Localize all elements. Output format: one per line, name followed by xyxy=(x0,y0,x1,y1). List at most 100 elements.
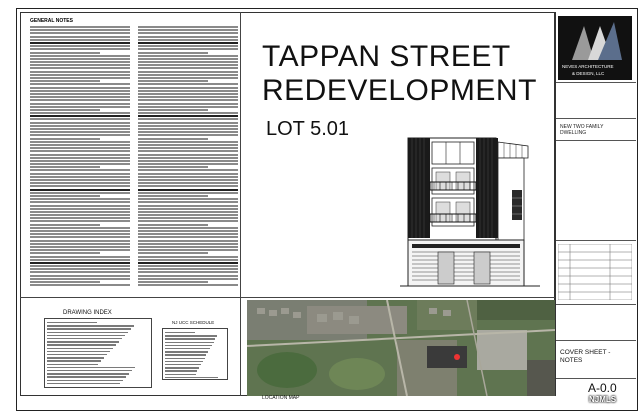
notes-text-line xyxy=(30,210,130,213)
notes-text-line xyxy=(30,163,130,166)
notes-text-line xyxy=(30,182,130,185)
title-block: NEVES ARCHITECTURE & DESIGN, LLC NEW TWO… xyxy=(555,12,636,396)
notes-text-line xyxy=(30,134,130,137)
notes-text-line xyxy=(138,38,238,41)
table-row xyxy=(47,370,132,372)
table-row xyxy=(47,322,97,324)
tb-separator xyxy=(556,240,636,241)
table-row xyxy=(47,347,113,349)
table-row xyxy=(47,338,122,340)
table-row xyxy=(47,344,116,346)
notes-text-line xyxy=(138,258,238,261)
notes-text-line xyxy=(138,277,238,280)
notes-text-line xyxy=(30,67,130,70)
location-map-label: LOCATION MAP xyxy=(262,395,300,401)
aerial-photo xyxy=(247,300,555,396)
notes-text-line xyxy=(30,239,130,242)
notes-text-line xyxy=(138,108,208,111)
notes-text-line xyxy=(138,61,238,64)
notes-text-line xyxy=(138,112,238,115)
notes-text-line xyxy=(30,121,130,124)
table-row xyxy=(47,331,128,333)
notes-text-line xyxy=(138,214,238,217)
notes-text-line xyxy=(138,121,238,124)
sheet-title: COVER SHEET - NOTES xyxy=(560,349,611,364)
notes-text-line xyxy=(30,188,130,191)
notes-text-line xyxy=(138,51,208,54)
notes-text-line xyxy=(138,54,238,57)
notes-text-line xyxy=(138,236,238,239)
notes-text-line xyxy=(30,194,100,197)
notes-text-line xyxy=(30,261,130,264)
notes-text-line xyxy=(138,281,208,283)
notes-text-line xyxy=(30,115,130,118)
notes-text-line xyxy=(138,198,238,201)
notes-text-line xyxy=(30,96,130,99)
notes-text-line xyxy=(138,26,238,28)
tb-separator xyxy=(556,340,636,341)
revision-table xyxy=(558,244,632,300)
notes-text-line xyxy=(138,150,238,153)
notes-text-line xyxy=(30,271,130,274)
notes-text-line xyxy=(138,265,238,268)
notes-text-line xyxy=(30,201,130,204)
notes-text-line xyxy=(138,223,208,226)
table-row xyxy=(47,334,125,337)
notes-text-line xyxy=(138,80,208,83)
table-row xyxy=(47,379,123,381)
sheet-number: A-0.0 xyxy=(588,381,617,395)
notes-text-line xyxy=(30,80,100,83)
general-notes-block: GENERAL NOTES xyxy=(22,14,240,297)
notes-text-line xyxy=(30,73,130,76)
notes-text-line xyxy=(138,245,238,248)
notes-text-line xyxy=(138,86,238,89)
notes-text-line xyxy=(30,118,130,121)
ucc-schedule-table xyxy=(162,328,228,380)
notes-text-line xyxy=(138,153,238,156)
notes-text-line xyxy=(30,159,130,162)
table-row xyxy=(165,364,201,366)
notes-text-line xyxy=(30,86,130,89)
notes-text-line xyxy=(138,70,238,73)
notes-text-line xyxy=(138,32,238,35)
notes-text-line xyxy=(138,67,238,70)
notes-text-line xyxy=(138,147,238,150)
notes-text-line xyxy=(30,245,130,248)
table-row xyxy=(165,360,203,363)
notes-text-line xyxy=(138,131,238,134)
notes-text-line xyxy=(30,249,130,252)
notes-text-line xyxy=(30,252,100,255)
notes-text-line xyxy=(30,70,130,73)
notes-text-line xyxy=(138,99,238,102)
table-row xyxy=(165,348,210,350)
notes-text-line xyxy=(138,255,238,258)
notes-text-line xyxy=(138,102,238,105)
firm-logo: NEVES ARCHITECTURE & DESIGN, LLC xyxy=(558,16,632,80)
notes-text-line xyxy=(30,131,130,134)
table-row xyxy=(47,354,107,356)
notes-text-line xyxy=(138,261,238,264)
notes-text-line xyxy=(138,233,238,236)
notes-text-line xyxy=(138,163,238,166)
notes-column-right xyxy=(138,26,238,294)
notes-text-line xyxy=(30,41,130,44)
notes-text-line xyxy=(138,64,238,67)
notes-text-line xyxy=(30,233,130,236)
notes-text-line xyxy=(30,220,130,223)
notes-text-line xyxy=(138,169,238,172)
notes-text-line xyxy=(30,124,130,127)
notes-text-line xyxy=(138,89,238,92)
notes-text-line xyxy=(138,105,238,108)
notes-text-line xyxy=(30,77,130,79)
notes-text-line xyxy=(30,51,100,54)
notes-text-line xyxy=(138,73,238,76)
table-row xyxy=(47,376,126,378)
notes-text-line xyxy=(30,281,100,283)
notes-text-line xyxy=(138,230,238,232)
notes-text-line xyxy=(138,45,238,48)
notes-text-line xyxy=(138,175,238,178)
notes-text-line xyxy=(30,61,130,64)
notes-text-line xyxy=(30,102,130,105)
notes-text-line xyxy=(138,271,238,274)
project-title-line1: TAPPAN STREET xyxy=(262,40,511,73)
